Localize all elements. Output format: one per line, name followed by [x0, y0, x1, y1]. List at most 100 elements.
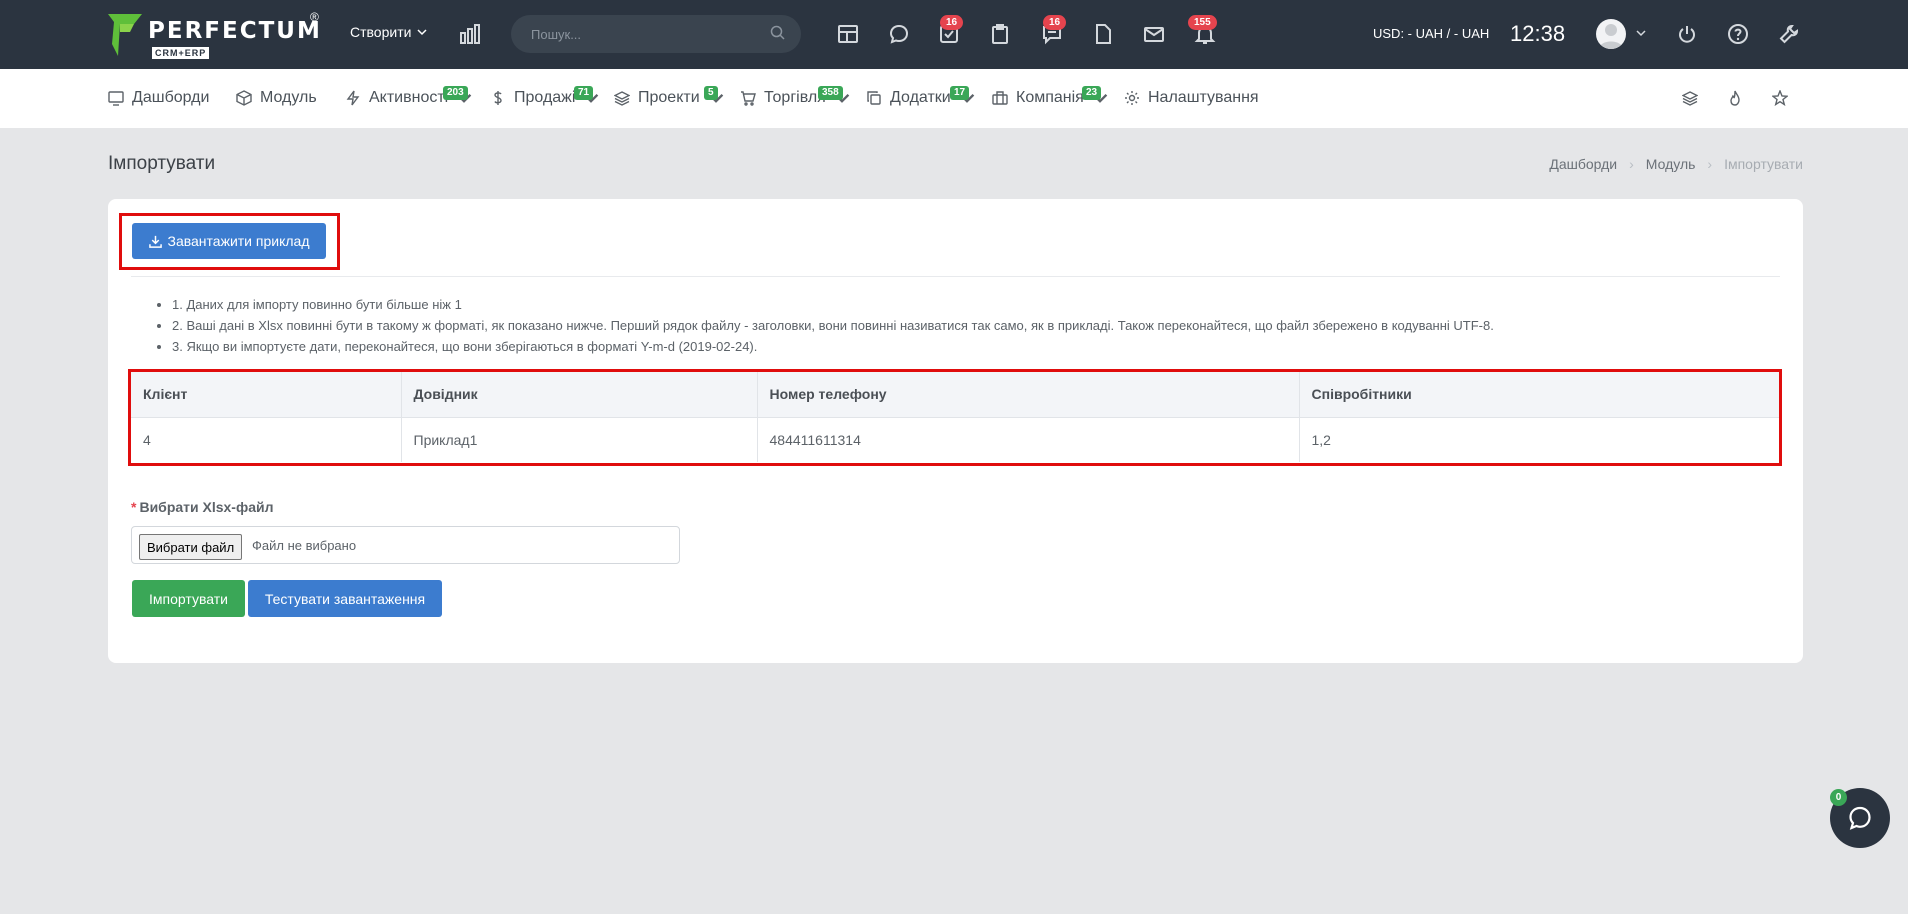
nav-item-label: Додатки — [890, 89, 951, 106]
chat-bubble-icon[interactable] — [885, 20, 913, 48]
table-header-row: Клієнт Довідник Номер телефону Співробіт… — [131, 372, 1779, 418]
breadcrumb-current: Імпортувати — [1724, 156, 1803, 172]
column-header: Номер телефону — [757, 372, 1300, 418]
breadcrumb-item[interactable]: Дашборди — [1549, 156, 1617, 172]
gear-icon — [1125, 91, 1139, 105]
search-input[interactable] — [511, 15, 801, 53]
nav-item-label: Продажі — [514, 89, 576, 106]
table-cell: 484411611314 — [757, 417, 1300, 462]
breadcrumb: Дашборди › Модуль › Імпортувати — [1549, 156, 1803, 172]
table-cell: 4 — [131, 417, 402, 462]
nav-item-settings[interactable]: Налаштування — [1124, 89, 1259, 107]
nav-item-label: Налаштування — [1148, 89, 1259, 106]
nav-badge: 23 — [1082, 86, 1102, 100]
nav-item-projects[interactable]: Проекти 5 — [614, 86, 724, 107]
note-item: 3. Якщо ви імпортуєте дати, переконайтес… — [172, 336, 1494, 357]
tasks-badge: 16 — [940, 15, 964, 30]
nav-item-label: Торгівля — [764, 89, 826, 106]
nav-badge: 71 — [574, 86, 594, 100]
logo-subtitle: CRM+ERP — [152, 47, 210, 59]
avatar[interactable] — [1596, 19, 1626, 49]
create-menu[interactable]: Створити — [350, 24, 427, 40]
column-header: Довідник — [401, 372, 758, 418]
nav-item-company[interactable]: Компанія 23 — [992, 86, 1108, 107]
create-label: Створити — [350, 24, 412, 40]
nav-item-sales[interactable]: Продажі 71 — [490, 86, 599, 107]
nav-item-label: Модуль — [260, 89, 317, 106]
download-sample-label: Завантажити приклад — [167, 233, 310, 249]
import-button[interactable]: Імпортувати — [132, 580, 245, 617]
help-icon[interactable] — [1724, 20, 1752, 48]
clipboard-icon[interactable] — [986, 20, 1014, 48]
file-field-label-text: Вибрати Xlsx-файл — [139, 499, 274, 515]
search-icon[interactable] — [770, 25, 786, 41]
copy-icon — [867, 91, 881, 105]
user-icon — [1599, 24, 1623, 49]
import-notes: 1. Даних для імпорту повинно бути більше… — [155, 294, 1494, 357]
document-icon[interactable] — [1089, 20, 1117, 48]
file-status: Файл не вибрано — [252, 538, 357, 553]
logo[interactable]: PERFECTUM ® CRM+ERP — [108, 10, 320, 60]
top-bar: PERFECTUM ® CRM+ERP Створити 16 16 155 U… — [0, 0, 1908, 69]
nav-item-dashboards[interactable]: Дашборди — [108, 89, 209, 107]
chevron-right-icon: › — [1707, 156, 1713, 172]
power-icon[interactable] — [1673, 20, 1701, 48]
nav-item-trade[interactable]: Торгівля 358 — [740, 86, 850, 107]
divider — [131, 276, 1780, 277]
mail-icon[interactable] — [1140, 20, 1168, 48]
file-field-label: * Вибрати Xlsx-файл — [131, 499, 274, 515]
nav-item-activities[interactable]: Активності 203 — [345, 86, 472, 107]
logo-text: PERFECTUM — [148, 18, 322, 44]
notifications-badge: 155 — [1188, 15, 1217, 30]
note-item: 1. Даних для імпорту повинно бути більше… — [172, 294, 1494, 315]
nav-item-module[interactable]: Модуль — [236, 89, 317, 107]
chat-icon — [1849, 806, 1871, 830]
breadcrumb-item[interactable]: Модуль — [1646, 156, 1696, 172]
monitor-icon — [108, 91, 124, 106]
wrench-icon[interactable] — [1775, 20, 1803, 48]
test-upload-button[interactable]: Тестувати завантаження — [248, 580, 442, 617]
clock: 12:38 — [1510, 21, 1566, 46]
chevron-down-icon[interactable] — [1636, 28, 1646, 38]
layout-icon[interactable] — [834, 20, 862, 48]
layers-icon — [614, 91, 630, 106]
download-icon — [148, 235, 162, 248]
bolt-icon — [346, 90, 360, 106]
nav-item-addons[interactable]: Додатки 17 — [866, 86, 975, 107]
stats-icon[interactable] — [456, 20, 484, 48]
page-title: Імпортувати — [108, 153, 216, 174]
logo-registered: ® — [310, 10, 319, 24]
download-sample-button[interactable]: Завантажити приклад — [132, 223, 326, 259]
cube-icon — [236, 90, 252, 106]
nav-badge: 5 — [704, 86, 718, 100]
chat-badge: 0 — [1830, 789, 1847, 806]
messages-badge: 16 — [1043, 15, 1067, 30]
column-header: Клієнт — [131, 372, 402, 418]
choose-file-button[interactable]: Вибрати файл — [139, 534, 243, 560]
nav-item-label: Дашборди — [132, 89, 210, 106]
note-item: 2. Ваші дані в Xlsx повинні бути в таком… — [172, 315, 1494, 336]
file-input[interactable]: Вибрати файл Файл не вибрано — [131, 526, 680, 564]
sample-format-table: Клієнт Довідник Номер телефону Співробіт… — [131, 372, 1779, 462]
logo-mark-icon — [108, 14, 142, 56]
dollar-icon — [494, 91, 502, 105]
star-icon[interactable] — [1769, 87, 1791, 109]
nav-badge: 17 — [950, 86, 970, 100]
chevron-down-icon — [417, 29, 427, 36]
briefcase-icon — [992, 91, 1008, 105]
required-mark: * — [131, 499, 137, 515]
chevron-right-icon: › — [1629, 156, 1634, 172]
main-nav: Дашборди Модуль Активності 203 Продажі 7… — [0, 69, 1908, 128]
table-cell: 1,2 — [1311, 431, 1331, 448]
layers-toggle-icon[interactable] — [1679, 87, 1701, 109]
table-cell: Приклад1 — [401, 417, 758, 462]
nav-item-label: Активності — [369, 89, 449, 106]
nav-item-label: Компанія — [1016, 89, 1084, 106]
fire-icon[interactable] — [1724, 87, 1746, 109]
currency-rate: USD: - UAH / - UAH — [1373, 26, 1490, 41]
cart-icon — [741, 91, 756, 106]
nav-badge: 203 — [443, 86, 468, 100]
column-header: Співробітники — [1299, 372, 1779, 418]
table-row: 4 Приклад1 484411611314 1,2 — [131, 417, 1779, 462]
nav-item-label: Проекти — [638, 89, 700, 106]
